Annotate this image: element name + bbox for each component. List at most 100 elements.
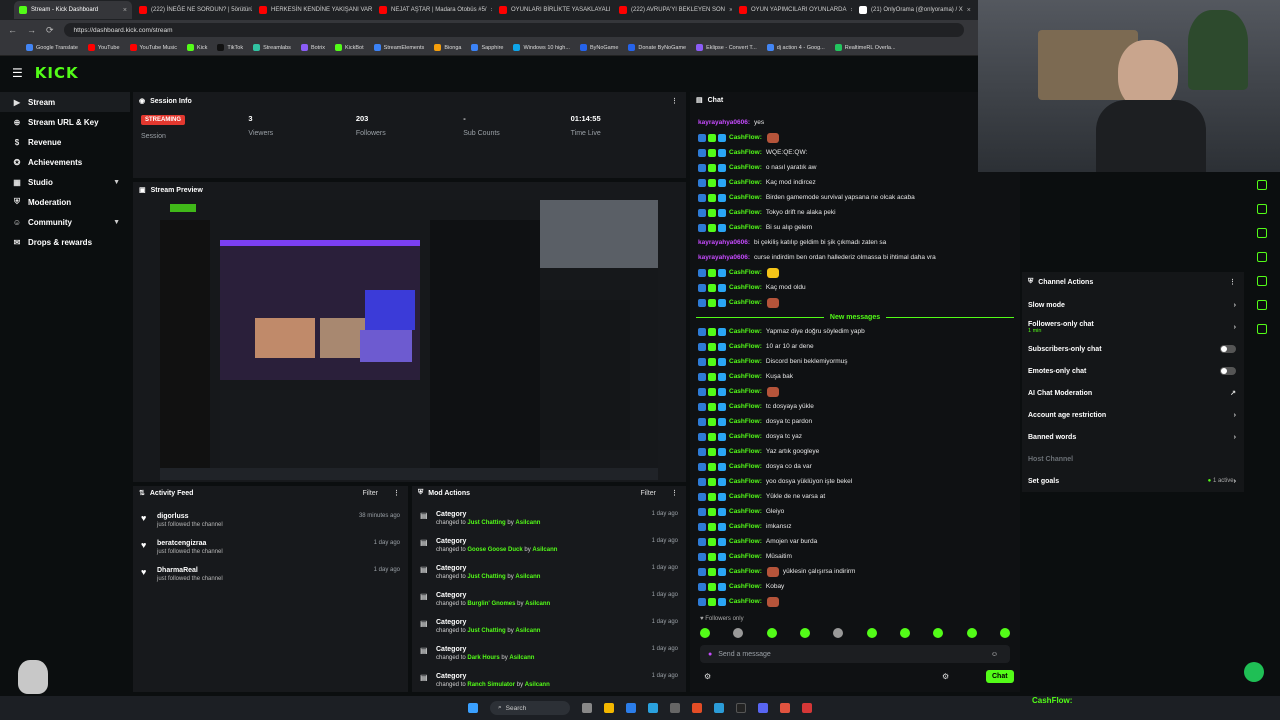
chat-username[interactable]: kayrayahya0606: (698, 119, 750, 126)
quick-emote-icon[interactable] (966, 628, 977, 638)
channel-action-ai-chat-moderation[interactable]: AI Chat Moderation ↗ (1022, 382, 1244, 404)
forward-icon[interactable]: → (27, 25, 36, 35)
browser-icon[interactable] (692, 703, 702, 713)
close-tab-icon[interactable]: × (729, 7, 732, 14)
chevron-right-icon[interactable]: › (1234, 412, 1236, 419)
bookmark-item[interactable]: Donate ByNoGame (628, 44, 686, 51)
mod-filter-button[interactable]: Filter (640, 490, 656, 497)
bookmark-item[interactable]: StreamElements (373, 44, 424, 51)
bookmark-item[interactable]: KickBot (335, 44, 364, 51)
chat-username[interactable]: CashFlow: (729, 598, 762, 605)
chat-username[interactable]: CashFlow: (729, 299, 762, 306)
quick-emote-icon[interactable] (733, 628, 744, 638)
quick-emote-icon[interactable] (799, 628, 810, 638)
chevron-right-icon[interactable]: › (1234, 302, 1236, 309)
chat-username[interactable]: CashFlow: (729, 164, 762, 171)
channel-action-emotes-only-chat[interactable]: Emotes-only chat (1022, 360, 1244, 382)
toolbar-tool-icon[interactable] (1257, 300, 1267, 310)
chevron-right-icon[interactable]: › (1234, 324, 1236, 331)
toolbar-tool-icon[interactable] (1257, 180, 1267, 190)
chat-username[interactable]: CashFlow: (729, 209, 762, 216)
activity-username[interactable]: digorluss (157, 513, 223, 520)
emote-picker-icon[interactable]: ☺ (991, 651, 998, 658)
sidebar-item-studio[interactable]: ▦ Studio ▼ (0, 172, 130, 192)
activity-username[interactable]: beratcengizraa (157, 540, 223, 547)
reload-icon[interactable]: ⟳ (46, 25, 54, 36)
chat-username[interactable]: CashFlow: (729, 403, 762, 410)
moderator-name[interactable]: Asilcann (525, 601, 550, 607)
assistant-bubble-icon[interactable] (1244, 662, 1264, 682)
quick-emote-icon[interactable] (999, 628, 1010, 638)
chat-username[interactable]: CashFlow: (729, 388, 762, 395)
quick-emote-icon[interactable] (899, 628, 910, 638)
close-tab-icon[interactable]: × (850, 7, 852, 14)
browser-tab[interactable]: OYUN YAPIMCILARI OYUNLARDA× (734, 1, 852, 19)
app-icon[interactable] (670, 703, 680, 713)
moderator-name[interactable]: Asilcann (515, 574, 540, 580)
activity-username[interactable]: DharmaReal (157, 567, 223, 574)
sidebar-item-achievements[interactable]: ✪ Achievements (0, 152, 130, 172)
url-input[interactable]: https://dashboard.kick.com/stream (63, 23, 964, 37)
bookmark-item[interactable]: dj action 4 - Goog... (766, 44, 825, 51)
moderator-name[interactable]: Asilcann (525, 682, 550, 688)
gear-icon[interactable]: ⚙ (942, 672, 949, 681)
quick-emote-icon[interactable] (866, 628, 877, 638)
obs-icon[interactable] (736, 703, 746, 713)
taskbar-search[interactable]: ⌕ Search (490, 701, 570, 715)
toolbar-tool-icon[interactable] (1257, 252, 1267, 262)
chat-username[interactable]: CashFlow: (729, 134, 762, 141)
bookmark-item[interactable]: Bionga (434, 44, 461, 51)
external-link-icon[interactable]: ↗ (1230, 389, 1236, 397)
bookmark-item[interactable]: Streamlabs (253, 44, 291, 51)
channel-action-banned-words[interactable]: Banned words › (1022, 426, 1244, 448)
toggle-switch[interactable] (1220, 345, 1236, 353)
chat-username[interactable]: CashFlow: (729, 553, 762, 560)
sidebar-item-drops-rewards[interactable]: ✉ Drops & rewards (0, 232, 130, 252)
back-icon[interactable]: ← (8, 25, 17, 35)
chat-username[interactable]: CashFlow: (729, 373, 762, 380)
moderator-name[interactable]: Asilcann (515, 628, 540, 634)
browser-tab[interactable]: (222) AVRUPA'YI BEKLEYEN SON × (614, 1, 732, 19)
stream-preview-video[interactable] (160, 200, 658, 480)
chat-username[interactable]: CashFlow: (729, 358, 762, 365)
file-explorer-icon[interactable] (604, 703, 614, 713)
hamburger-menu-icon[interactable]: ☰ (12, 66, 23, 80)
chat-username[interactable]: CashFlow: (729, 269, 762, 276)
bookmark-item[interactable]: ByNoGame (579, 44, 618, 51)
mic-icon[interactable]: ● (708, 651, 712, 658)
chat-username[interactable]: kayrayahya0606: (698, 254, 750, 261)
edge-icon[interactable] (648, 703, 658, 713)
more-options-icon[interactable]: ⋮ (671, 97, 678, 105)
chat-username[interactable]: CashFlow: (729, 179, 762, 186)
kick-logo[interactable]: KICK (35, 64, 79, 82)
browser-tab[interactable]: (222) İNEĞE NE SORDUN? | 5örütürü× (134, 1, 252, 19)
chat-username[interactable]: CashFlow: (729, 149, 762, 156)
channel-action-slow-mode[interactable]: Slow mode › (1022, 294, 1244, 316)
task-view-icon[interactable] (582, 703, 592, 713)
discord-icon[interactable] (758, 703, 768, 713)
browser-tab[interactable]: NEJAT AŞTAR | Madara Otobüs #5/ × (374, 1, 492, 19)
chat-message-input[interactable]: ● Send a message ☺ (700, 645, 1010, 663)
mod-more-icon[interactable]: ⋮ (671, 489, 678, 497)
channel-action-subscribers-only-chat[interactable]: Subscribers-only chat (1022, 338, 1244, 360)
close-tab-icon[interactable]: × (967, 7, 971, 14)
chat-username[interactable]: CashFlow: (729, 284, 762, 291)
browser-tab[interactable]: OYUNLARI BİRLİKTE YASAKLAYALI × (494, 1, 612, 19)
chat-username[interactable]: CashFlow: (729, 493, 762, 500)
browser-tab[interactable]: (21) OnlyOrama (@onlyorama) / X × (854, 1, 972, 19)
chat-settings-icon[interactable]: ⚙ (704, 672, 711, 681)
channel-action-account-age-restriction[interactable]: Account age restriction › (1022, 404, 1244, 426)
chat-username[interactable]: CashFlow: (729, 328, 762, 335)
toolbar-tool-icon[interactable] (1257, 276, 1267, 286)
chevron-right-icon[interactable]: › (1234, 478, 1236, 485)
bookmark-item[interactable]: YouTube Music (129, 44, 177, 51)
quick-emote-icon[interactable] (766, 628, 777, 638)
sidebar-item-revenue[interactable]: $ Revenue (0, 132, 130, 152)
chevron-down-icon[interactable]: ▼ (113, 179, 120, 186)
chat-username[interactable]: CashFlow: (729, 343, 762, 350)
bookmark-item[interactable]: Botrix (300, 44, 325, 51)
chat-username[interactable]: CashFlow: (729, 508, 762, 515)
chat-username[interactable]: CashFlow: (729, 448, 762, 455)
app2-icon[interactable] (714, 703, 724, 713)
app3-icon[interactable] (802, 703, 812, 713)
